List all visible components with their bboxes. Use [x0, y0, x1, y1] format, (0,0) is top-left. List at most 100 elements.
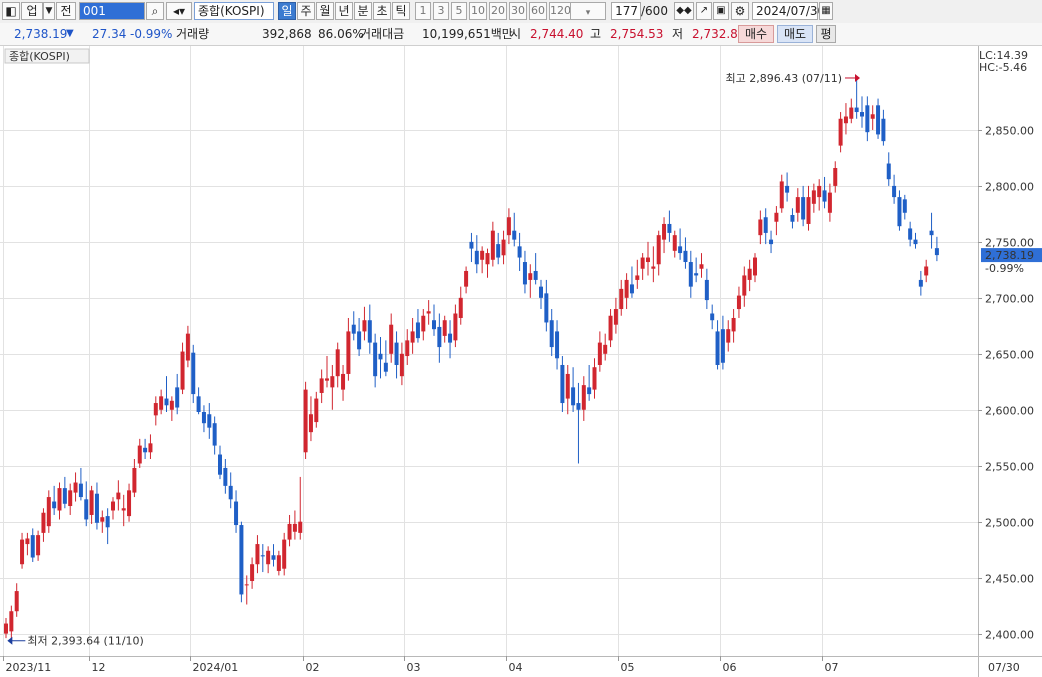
- candle-body: [833, 168, 838, 186]
- candle-body: [522, 262, 527, 285]
- candle-body: [292, 523, 297, 532]
- interval-button[interactable]: 30: [509, 2, 527, 20]
- candle-body: [699, 264, 704, 269]
- interval-button[interactable]: 20: [489, 2, 507, 20]
- candle-body: [389, 324, 394, 354]
- candle-body: [688, 262, 693, 287]
- save-icon[interactable]: ▣: [713, 2, 729, 20]
- candle-body: [207, 414, 212, 428]
- code-input[interactable]: 001: [79, 2, 145, 20]
- candle-body: [533, 270, 538, 280]
- high-value: 2,754.53: [610, 27, 664, 41]
- x-tick-label: 03: [407, 661, 421, 674]
- amount-value: 10,199,651백만: [422, 27, 513, 41]
- candle-body: [357, 331, 362, 350]
- market-dropdown-arrow-icon[interactable]: ▼: [43, 2, 55, 20]
- candle-body: [260, 555, 265, 557]
- candle-body: [474, 250, 479, 265]
- average-button[interactable]: 평: [816, 25, 836, 43]
- candle-body: [876, 105, 881, 135]
- candle-body: [212, 423, 217, 446]
- candle-body: [196, 396, 201, 412]
- y-tick-label: 2,650.00: [985, 349, 1034, 362]
- candle-body: [838, 118, 843, 146]
- candle-body: [153, 403, 158, 416]
- current-price: 2,738.19: [14, 27, 68, 41]
- down-arrow-icon: ▼: [66, 28, 74, 39]
- info-bar: 2,738.19 ▼ 27.34 -0.99% 거래량 392,868 86.0…: [0, 23, 1042, 46]
- candle-body: [78, 483, 83, 498]
- candle-body: [576, 403, 581, 410]
- candle-body: [902, 199, 907, 213]
- candle-body: [704, 279, 709, 301]
- candle-body: [742, 275, 747, 296]
- candle-body: [282, 539, 287, 569]
- candle-body: [255, 544, 260, 565]
- period-tab[interactable]: 일: [278, 2, 296, 20]
- candle-body: [367, 320, 372, 343]
- last-price-label: 2,738.19: [985, 249, 1034, 262]
- index-name-field[interactable]: 종합(KOSPI): [194, 2, 274, 20]
- search-icon[interactable]: ⌕: [146, 2, 164, 20]
- candle-body: [52, 501, 57, 509]
- crosshair-icon[interactable]: ◆◆: [674, 2, 694, 20]
- legend-hc: HC:-5.46: [979, 61, 1027, 74]
- interval-dropdown[interactable]: ▾: [570, 2, 606, 20]
- candle-body: [656, 235, 661, 265]
- candle-body: [528, 273, 533, 280]
- period-tab[interactable]: 분: [354, 2, 372, 20]
- candle-body: [731, 317, 736, 332]
- max-annotation: 최고 2,896.43 (07/11): [725, 72, 842, 85]
- interval-button[interactable]: 3: [433, 2, 449, 20]
- period-tab[interactable]: 초: [373, 2, 391, 20]
- candlestick-chart[interactable]: 2,400.00 2,450.00 2,500.00 2,550.00 2,600.00…: [0, 46, 1042, 677]
- min-annotation: 최저 2,393.64 (11/10): [27, 635, 144, 648]
- dropdown-arrow-icon: ▾: [585, 8, 591, 18]
- speaker-dropdown-icon[interactable]: ◂▾: [166, 2, 192, 20]
- candle-body: [46, 497, 51, 527]
- candle-body: [849, 107, 854, 119]
- candle-body: [683, 250, 688, 263]
- candle-body: [624, 279, 629, 298]
- candle-body: [373, 342, 378, 377]
- candle-body: [105, 516, 110, 528]
- candle-body: [41, 512, 46, 533]
- candle-body: [822, 190, 827, 202]
- interval-button[interactable]: 5: [451, 2, 467, 20]
- buy-button[interactable]: 매수: [738, 25, 774, 43]
- interval-button[interactable]: 60: [529, 2, 547, 20]
- sell-button[interactable]: 매도: [777, 25, 813, 43]
- interval-button[interactable]: 120: [549, 2, 571, 20]
- candle-body: [4, 623, 8, 634]
- range-button[interactable]: 전: [56, 2, 76, 20]
- candle-body: [298, 521, 303, 533]
- candle-body: [571, 387, 576, 406]
- candle-body: [341, 373, 346, 390]
- calendar-icon[interactable]: ▦: [819, 2, 833, 20]
- y-tick-label: 2,700.00: [985, 293, 1034, 306]
- cursor-icon[interactable]: ↗: [696, 2, 712, 20]
- candle-body: [635, 275, 640, 280]
- y-tick-label: 2,400.00: [985, 629, 1034, 642]
- candle-body: [480, 250, 485, 260]
- count-input[interactable]: 177: [611, 2, 641, 20]
- date-input[interactable]: 2024/07/30: [752, 2, 825, 20]
- candle-body: [897, 197, 902, 227]
- layout-icon[interactable]: ◧: [2, 2, 20, 20]
- period-tab[interactable]: 틱: [392, 2, 410, 20]
- interval-button[interactable]: 10: [469, 2, 487, 20]
- y-tick-label: 2,500.00: [985, 517, 1034, 530]
- period-tab[interactable]: 년: [335, 2, 353, 20]
- market-dropdown[interactable]: 업: [21, 2, 43, 20]
- candle-body: [399, 353, 404, 377]
- candle-body: [806, 197, 811, 224]
- candle-body: [100, 517, 105, 522]
- gear-icon[interactable]: ⚙: [731, 2, 749, 20]
- period-tab[interactable]: 주: [297, 2, 315, 20]
- candle-body: [597, 342, 602, 365]
- candle: [239, 521, 244, 603]
- candle-body: [870, 114, 875, 119]
- interval-button[interactable]: 1: [415, 2, 431, 20]
- period-tab[interactable]: 월: [316, 2, 334, 20]
- candle-body: [330, 376, 335, 388]
